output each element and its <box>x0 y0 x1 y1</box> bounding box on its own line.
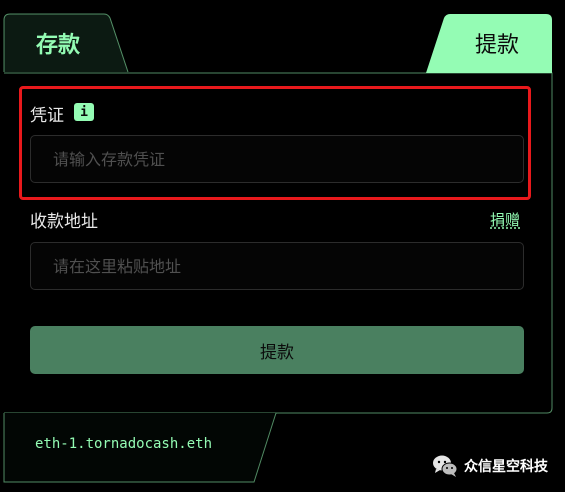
watermark-text: 众信星空科技 <box>464 459 548 475</box>
tornado-withdraw-panel: 存款 提款 凭证 i 收款地址 捐赠 提款 eth-1.tornadocash.… <box>0 0 565 492</box>
recipient-address-input[interactable] <box>30 242 524 290</box>
wechat-icon <box>433 455 458 477</box>
note-input[interactable] <box>30 135 524 183</box>
withdraw-button[interactable]: 提款 <box>30 326 524 374</box>
donate-link[interactable]: 捐赠 <box>490 209 520 230</box>
watermark: 众信星空科技 <box>432 454 548 478</box>
recipient-label: 收款地址 <box>30 212 98 232</box>
info-icon[interactable]: i <box>74 103 94 121</box>
note-label: 凭证 <box>30 106 64 126</box>
footer-domain: eth-1.tornadocash.eth <box>35 436 213 452</box>
tab-deposit[interactable]: 存款 <box>4 14 124 72</box>
tab-withdraw[interactable]: 提款 <box>434 14 552 72</box>
